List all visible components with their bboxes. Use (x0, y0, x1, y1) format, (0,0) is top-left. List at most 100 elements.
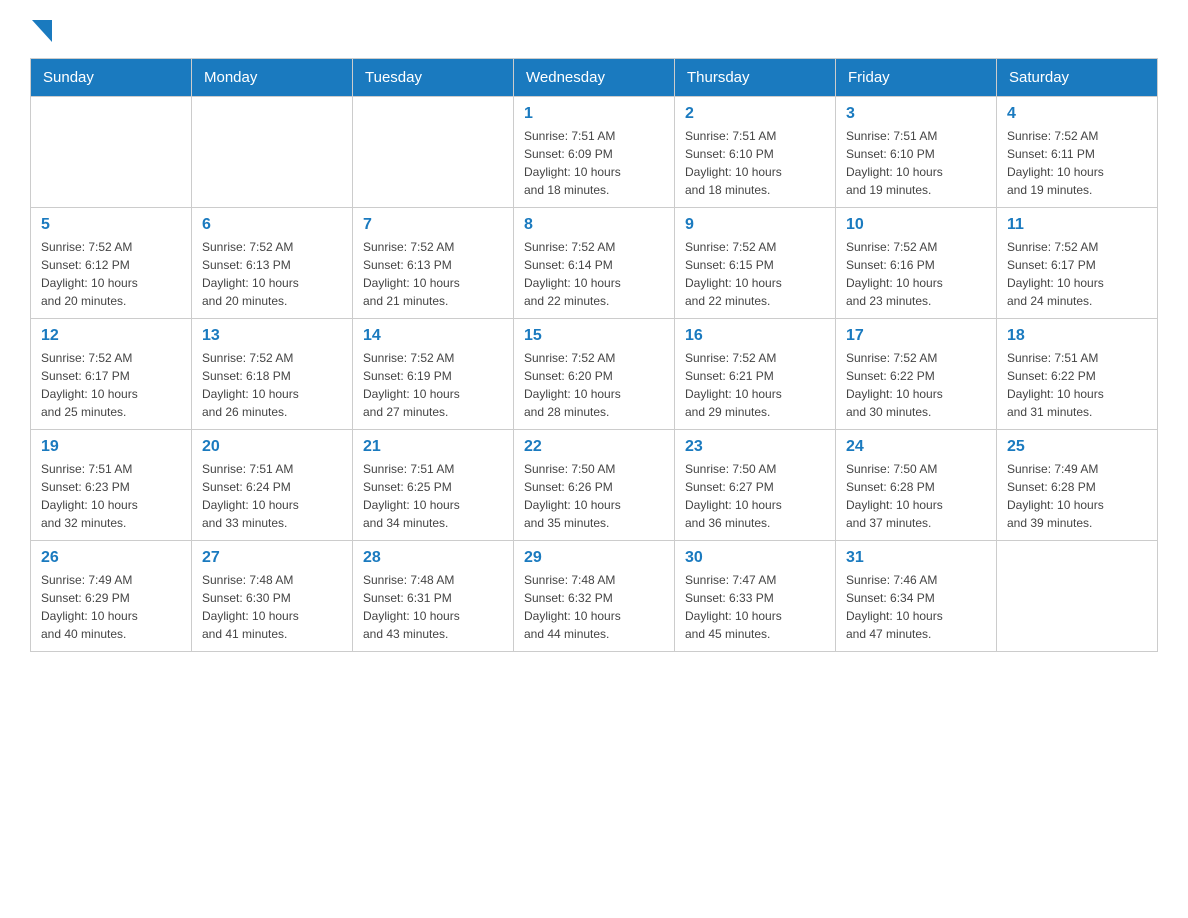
day-info: Sunrise: 7:52 AMSunset: 6:19 PMDaylight:… (363, 349, 503, 421)
week-row-5: 26 Sunrise: 7:49 AMSunset: 6:29 PMDayligh… (31, 541, 1158, 652)
day-number: 8 (524, 216, 664, 234)
day-info: Sunrise: 7:52 AMSunset: 6:13 PMDaylight:… (202, 238, 342, 310)
day-info: Sunrise: 7:52 AMSunset: 6:15 PMDaylight:… (685, 238, 825, 310)
calendar-cell: 11 Sunrise: 7:52 AMSunset: 6:17 PMDayligh… (997, 208, 1158, 319)
weekday-header-saturday: Saturday (997, 59, 1158, 97)
day-info: Sunrise: 7:51 AMSunset: 6:10 PMDaylight:… (685, 127, 825, 199)
day-number: 16 (685, 327, 825, 345)
calendar-table: SundayMondayTuesdayWednesdayThursdayFrid… (30, 58, 1158, 652)
weekday-header-thursday: Thursday (675, 59, 836, 97)
calendar-cell: 27 Sunrise: 7:48 AMSunset: 6:30 PMDayligh… (192, 541, 353, 652)
calendar-cell: 28Sunrise: 7:48 AMSunset: 6:31 PMDayligh… (353, 541, 514, 652)
weekday-header-monday: Monday (192, 59, 353, 97)
logo-triangle-icon (32, 20, 52, 42)
day-info: Sunrise: 7:49 AMSunset: 6:28 PMDaylight:… (1007, 460, 1147, 532)
day-info: Sunrise: 7:51 AMSunset: 6:23 PMDaylight:… (41, 460, 181, 532)
week-row-1: 1 Sunrise: 7:51 AMSunset: 6:09 PMDaylight… (31, 97, 1158, 208)
day-info: Sunrise: 7:51 AMSunset: 6:22 PMDaylight:… (1007, 349, 1147, 421)
weekday-header-wednesday: Wednesday (514, 59, 675, 97)
day-number: 29 (524, 549, 664, 567)
day-info: Sunrise: 7:52 AMSunset: 6:14 PMDaylight:… (524, 238, 664, 310)
day-number: 26 (41, 549, 181, 567)
day-info: Sunrise: 7:52 AMSunset: 6:11 PMDaylight:… (1007, 127, 1147, 199)
weekday-header-row: SundayMondayTuesdayWednesdayThursdayFrid… (31, 59, 1158, 97)
day-number: 18 (1007, 327, 1147, 345)
calendar-cell: 24 Sunrise: 7:50 AMSunset: 6:28 PMDayligh… (836, 430, 997, 541)
calendar-cell: 18 Sunrise: 7:51 AMSunset: 6:22 PMDayligh… (997, 319, 1158, 430)
calendar-cell: 13 Sunrise: 7:52 AMSunset: 6:18 PMDayligh… (192, 319, 353, 430)
day-number: 17 (846, 327, 986, 345)
calendar-cell: 2 Sunrise: 7:51 AMSunset: 6:10 PMDaylight… (675, 97, 836, 208)
day-info: Sunrise: 7:48 AMSunset: 6:30 PMDaylight:… (202, 571, 342, 643)
day-number: 15 (524, 327, 664, 345)
page-header (30, 20, 1158, 38)
day-info: Sunrise: 7:50 AMSunset: 6:26 PMDaylight:… (524, 460, 664, 532)
day-info: Sunrise: 7:50 AMSunset: 6:28 PMDaylight:… (846, 460, 986, 532)
day-info: Sunrise: 7:48 AMSunset: 6:31 PMDaylight:… (363, 571, 503, 643)
day-info: Sunrise: 7:46 AMSunset: 6:34 PMDaylight:… (846, 571, 986, 643)
calendar-cell: 3 Sunrise: 7:51 AMSunset: 6:10 PMDaylight… (836, 97, 997, 208)
day-number: 13 (202, 327, 342, 345)
calendar-cell: 8 Sunrise: 7:52 AMSunset: 6:14 PMDaylight… (514, 208, 675, 319)
day-info: Sunrise: 7:47 AMSunset: 6:33 PMDaylight:… (685, 571, 825, 643)
day-info: Sunrise: 7:52 AMSunset: 6:12 PMDaylight:… (41, 238, 181, 310)
logo (30, 20, 52, 38)
day-number: 3 (846, 105, 986, 123)
day-number: 7 (363, 216, 503, 234)
day-info: Sunrise: 7:51 AMSunset: 6:10 PMDaylight:… (846, 127, 986, 199)
calendar-cell: 19Sunrise: 7:51 AMSunset: 6:23 PMDayligh… (31, 430, 192, 541)
calendar-cell: 15 Sunrise: 7:52 AMSunset: 6:20 PMDayligh… (514, 319, 675, 430)
calendar-cell: 21Sunrise: 7:51 AMSunset: 6:25 PMDayligh… (353, 430, 514, 541)
day-number: 22 (524, 438, 664, 456)
day-number: 23 (685, 438, 825, 456)
calendar-cell (31, 97, 192, 208)
day-info: Sunrise: 7:52 AMSunset: 6:17 PMDaylight:… (1007, 238, 1147, 310)
calendar-cell: 30 Sunrise: 7:47 AMSunset: 6:33 PMDayligh… (675, 541, 836, 652)
day-info: Sunrise: 7:51 AMSunset: 6:25 PMDaylight:… (363, 460, 503, 532)
day-number: 30 (685, 549, 825, 567)
day-info: Sunrise: 7:49 AMSunset: 6:29 PMDaylight:… (41, 571, 181, 643)
weekday-header-sunday: Sunday (31, 59, 192, 97)
day-info: Sunrise: 7:52 AMSunset: 6:18 PMDaylight:… (202, 349, 342, 421)
day-number: 20 (202, 438, 342, 456)
weekday-header-tuesday: Tuesday (353, 59, 514, 97)
day-number: 2 (685, 105, 825, 123)
day-number: 11 (1007, 216, 1147, 234)
calendar-cell (997, 541, 1158, 652)
calendar-cell (353, 97, 514, 208)
day-number: 12 (41, 327, 181, 345)
day-number: 27 (202, 549, 342, 567)
day-info: Sunrise: 7:52 AMSunset: 6:20 PMDaylight:… (524, 349, 664, 421)
week-row-4: 19Sunrise: 7:51 AMSunset: 6:23 PMDayligh… (31, 430, 1158, 541)
day-info: Sunrise: 7:48 AMSunset: 6:32 PMDaylight:… (524, 571, 664, 643)
calendar-cell: 7 Sunrise: 7:52 AMSunset: 6:13 PMDaylight… (353, 208, 514, 319)
calendar-cell: 12Sunrise: 7:52 AMSunset: 6:17 PMDayligh… (31, 319, 192, 430)
day-info: Sunrise: 7:52 AMSunset: 6:16 PMDaylight:… (846, 238, 986, 310)
day-number: 9 (685, 216, 825, 234)
day-number: 4 (1007, 105, 1147, 123)
calendar-cell: 16Sunrise: 7:52 AMSunset: 6:21 PMDayligh… (675, 319, 836, 430)
calendar-cell: 14 Sunrise: 7:52 AMSunset: 6:19 PMDayligh… (353, 319, 514, 430)
day-number: 1 (524, 105, 664, 123)
day-number: 31 (846, 549, 986, 567)
day-number: 25 (1007, 438, 1147, 456)
calendar-cell: 31 Sunrise: 7:46 AMSunset: 6:34 PMDayligh… (836, 541, 997, 652)
calendar-cell: 29 Sunrise: 7:48 AMSunset: 6:32 PMDayligh… (514, 541, 675, 652)
calendar-cell: 1 Sunrise: 7:51 AMSunset: 6:09 PMDaylight… (514, 97, 675, 208)
calendar-cell: 17 Sunrise: 7:52 AMSunset: 6:22 PMDayligh… (836, 319, 997, 430)
weekday-header-friday: Friday (836, 59, 997, 97)
day-info: Sunrise: 7:52 AMSunset: 6:22 PMDaylight:… (846, 349, 986, 421)
day-number: 10 (846, 216, 986, 234)
day-info: Sunrise: 7:51 AMSunset: 6:24 PMDaylight:… (202, 460, 342, 532)
calendar-cell: 5Sunrise: 7:52 AMSunset: 6:12 PMDaylight… (31, 208, 192, 319)
day-info: Sunrise: 7:50 AMSunset: 6:27 PMDaylight:… (685, 460, 825, 532)
calendar-cell: 25 Sunrise: 7:49 AMSunset: 6:28 PMDayligh… (997, 430, 1158, 541)
day-info: Sunrise: 7:51 AMSunset: 6:09 PMDaylight:… (524, 127, 664, 199)
week-row-3: 12Sunrise: 7:52 AMSunset: 6:17 PMDayligh… (31, 319, 1158, 430)
day-number: 24 (846, 438, 986, 456)
calendar-cell: 20 Sunrise: 7:51 AMSunset: 6:24 PMDayligh… (192, 430, 353, 541)
calendar-cell: 26 Sunrise: 7:49 AMSunset: 6:29 PMDayligh… (31, 541, 192, 652)
calendar-cell (192, 97, 353, 208)
day-info: Sunrise: 7:52 AMSunset: 6:13 PMDaylight:… (363, 238, 503, 310)
day-number: 14 (363, 327, 503, 345)
